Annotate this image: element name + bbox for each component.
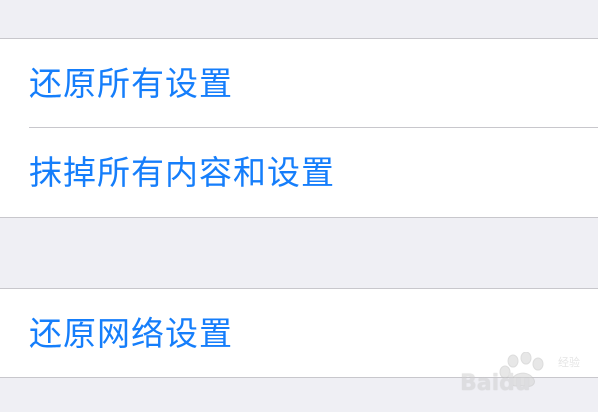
erase-all-content-and-settings-button[interactable]: 抹掉所有内容和设置	[0, 128, 598, 217]
erase-all-content-and-settings-label: 抹掉所有内容和设置	[29, 153, 335, 192]
reset-all-settings-label: 还原所有设置	[29, 64, 233, 103]
reset-all-settings-button[interactable]: 还原所有设置	[0, 39, 598, 128]
reset-settings-page: 还原所有设置 抹掉所有内容和设置 还原网络设置 Baidu 经验	[0, 0, 598, 412]
reset-options-group: 还原所有设置 抹掉所有内容和设置	[0, 38, 598, 218]
network-reset-group: 还原网络设置	[0, 288, 598, 378]
reset-network-settings-label: 还原网络设置	[29, 314, 233, 353]
reset-network-settings-button[interactable]: 还原网络设置	[0, 289, 598, 378]
